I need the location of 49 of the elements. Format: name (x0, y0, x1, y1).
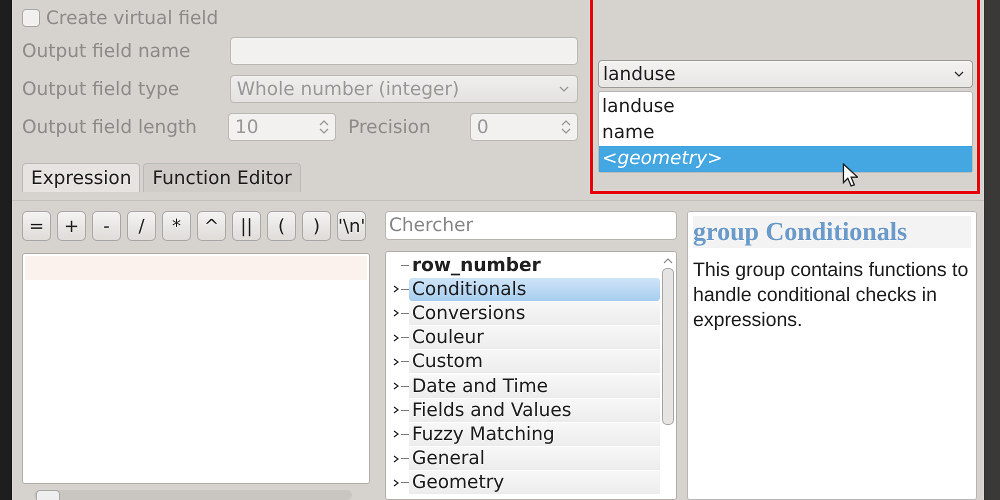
tree-item[interactable]: Conditionals (409, 278, 660, 301)
tab[interactable]: Function Editor (143, 163, 301, 192)
checkbox-label: Create virtual field (46, 8, 218, 28)
horizontal-scrollbar[interactable] (34, 490, 352, 500)
chevron-down-icon (954, 71, 964, 77)
tree-item[interactable]: Date and Time (409, 374, 660, 398)
chevron-down-icon (559, 86, 569, 92)
dropdown-option[interactable]: name (599, 120, 972, 146)
tree-item[interactable]: General (409, 447, 660, 470)
field-label: Output field name (22, 40, 192, 62)
help-text: This group contains functions to handle conditional checks in expressions. (693, 258, 970, 333)
tree-item[interactable]: Conversions (409, 302, 660, 325)
operator-button[interactable]: = (22, 211, 51, 241)
operator-button[interactable]: || (232, 211, 261, 241)
operator-button[interactable]: * (162, 211, 191, 241)
operator-button[interactable]: ) (302, 211, 331, 241)
tree-item[interactable]: Fields and Values (409, 398, 660, 422)
chevron-right-icon[interactable] (393, 406, 399, 414)
operator-button[interactable]: - (92, 211, 121, 241)
chevron-right-icon[interactable] (393, 358, 399, 366)
tree-item[interactable]: Custom (409, 350, 660, 374)
chevron-right-icon[interactable] (393, 309, 399, 318)
dropdown-option[interactable]: landuse (599, 94, 972, 120)
scroll-up-icon[interactable] (663, 258, 673, 264)
tree-item[interactable]: Fuzzy Matching (409, 422, 660, 446)
spin-arrows-icon (319, 119, 330, 135)
chevron-right-icon[interactable] (393, 454, 399, 463)
chevron-right-icon[interactable] (393, 382, 399, 390)
name-field[interactable] (230, 37, 578, 65)
field-label: Precision (347, 116, 432, 138)
help-title: group Conditionals (693, 216, 971, 248)
chevron-right-icon[interactable] (393, 430, 399, 438)
field-label: Output field type (22, 78, 180, 100)
tab[interactable]: Expression (22, 163, 140, 192)
tree-item[interactable]: Geometry (409, 471, 660, 494)
spin-arrows-icon (560, 119, 571, 135)
operator-button[interactable]: ( (267, 211, 296, 241)
field-label: Output field length (22, 116, 198, 138)
operator-button[interactable]: ^ (197, 211, 226, 241)
operator-button[interactable]: + (57, 211, 86, 241)
operator-button[interactable]: / (127, 211, 156, 241)
tree-item[interactable]: row_number (409, 254, 660, 277)
search-field[interactable]: Chercher (385, 211, 677, 240)
chevron-right-icon[interactable] (393, 285, 399, 294)
field-dropdown[interactable]: landuse (598, 60, 973, 88)
operator-button[interactable]: '\n' (337, 211, 366, 241)
chevron-right-icon[interactable] (393, 334, 399, 342)
chevron-right-icon[interactable] (393, 478, 399, 487)
tree-item[interactable]: Couleur (409, 326, 660, 350)
